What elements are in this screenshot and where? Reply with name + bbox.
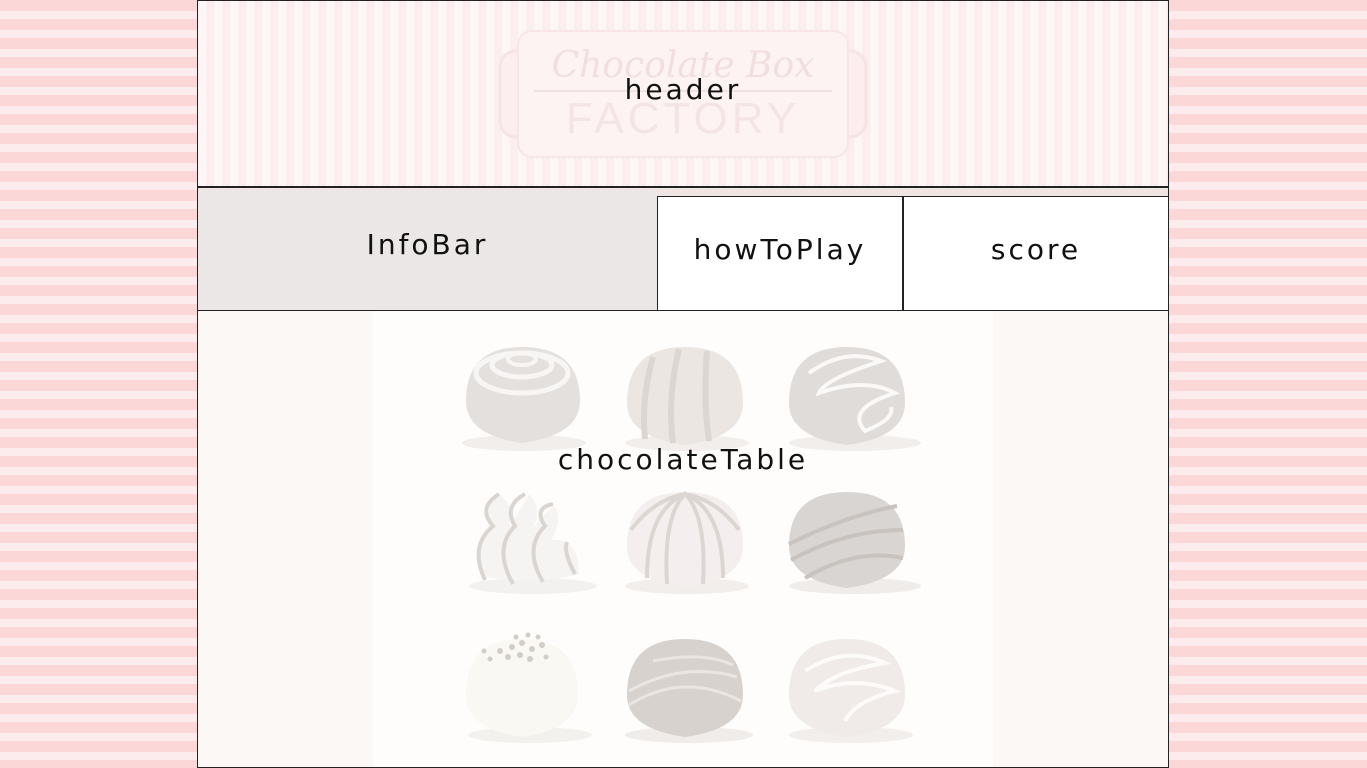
chocolate-pink-arcs[interactable] bbox=[623, 486, 763, 606]
info-bar-label: InfoBar bbox=[366, 228, 489, 261]
chocolate-stripes[interactable] bbox=[623, 339, 763, 459]
chocolate-zigzag[interactable] bbox=[785, 339, 925, 459]
how-to-play-button[interactable]: howToPlay bbox=[657, 196, 903, 311]
chocolate-swirl-top[interactable] bbox=[460, 339, 600, 459]
chocolate-dark-stripes[interactable] bbox=[623, 631, 763, 751]
chocolate-table-area: chocolateTable bbox=[373, 311, 993, 767]
score-panel: score bbox=[903, 196, 1168, 311]
chocolate-light-swirl[interactable] bbox=[785, 631, 925, 751]
header: Chocolate Box FACTORY header bbox=[198, 1, 1168, 188]
score-label: score bbox=[990, 233, 1082, 266]
chocolate-sprinkles[interactable] bbox=[460, 631, 600, 751]
how-to-play-label: howToPlay bbox=[693, 233, 867, 266]
chocolate-table: chocolateTable bbox=[198, 311, 1168, 767]
info-bar: InfoBar bbox=[198, 190, 657, 311]
chocolate-dark-drizzle[interactable] bbox=[785, 486, 925, 606]
game-frame: Chocolate Box FACTORY header InfoBar how… bbox=[197, 0, 1169, 768]
chocolate-wavy[interactable] bbox=[463, 486, 603, 606]
chocolate-table-label: chocolateTable bbox=[557, 443, 809, 476]
header-label: header bbox=[624, 73, 742, 106]
